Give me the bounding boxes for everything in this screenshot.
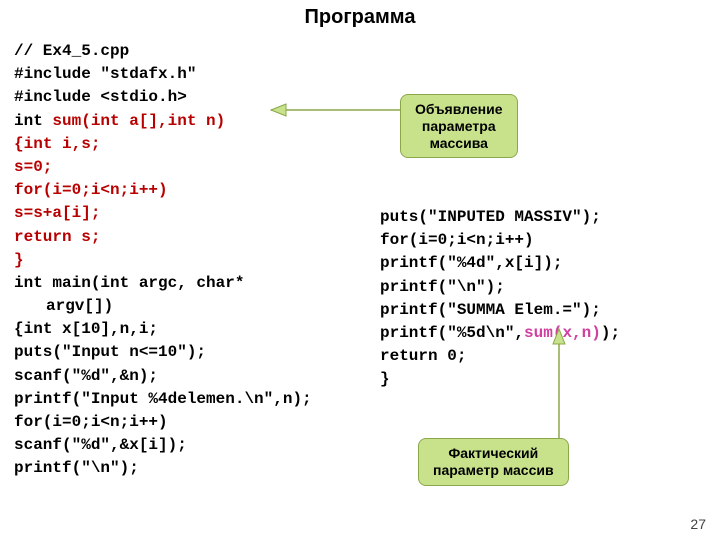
code-line: return s; [14,226,374,249]
callout-pointer-icon [266,95,406,135]
code-line: for(i=0;i<n;i++) [380,229,710,252]
callout-pointer-icon [539,324,579,444]
code-line: {int x[10],n,i; [14,318,374,341]
code-line: puts("INPUTED MASSIV"); [380,206,710,229]
code-line: printf("\n"); [14,457,374,480]
code-line: #include "stdafx.h" [14,63,374,86]
code-line: for(i=0;i<n;i++) [14,179,374,202]
page-title: Программа [0,6,720,29]
code-line: {int i,s; [14,133,374,156]
code-line: printf("SUMMA Elem.="); [380,299,710,322]
callout-declaration: Объявление параметра массива [400,94,518,158]
code-line: printf("Input %4delemen.\n",n); [14,388,374,411]
code-line: // Ex4_5.cpp [14,40,374,63]
code-line: } [14,249,374,272]
code-line: s=0; [14,156,374,179]
code-line: int main(int argc, char*argv[]) [14,272,374,318]
code-line: s=s+a[i]; [14,202,374,225]
page-number: 27 [690,516,706,532]
callout-actual-param: Фактический параметр массив [418,438,569,486]
code-line: puts("Input n<=10"); [14,341,374,364]
code-line: printf("%4d",x[i]); [380,252,710,275]
code-line: printf("\n"); [380,276,710,299]
code-line: scanf("%d",&n); [14,365,374,388]
code-line: for(i=0;i<n;i++) [14,411,374,434]
code-line: scanf("%d",&x[i]); [14,434,374,457]
